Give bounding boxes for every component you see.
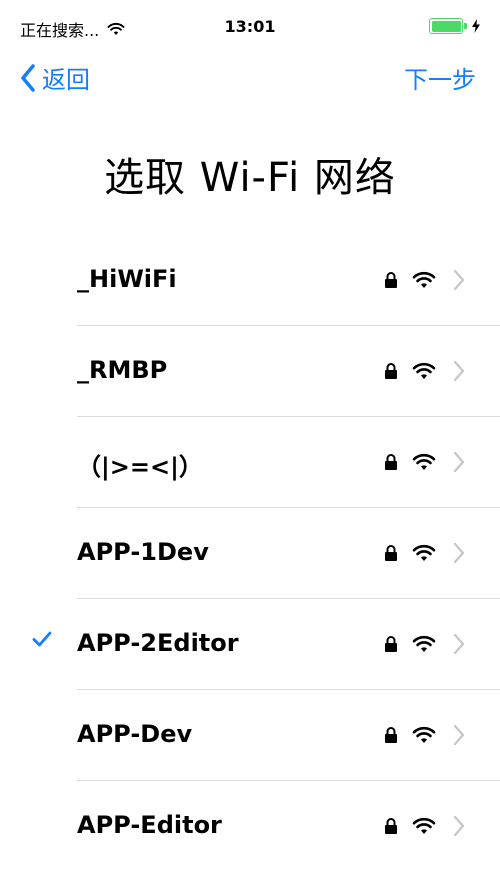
chevron-left-icon bbox=[21, 63, 35, 92]
chevron-right-icon bbox=[453, 269, 465, 291]
network-name: APP-Dev bbox=[77, 720, 193, 748]
lock-icon bbox=[385, 272, 397, 288]
network-row-6[interactable]: APP-Dev bbox=[0, 690, 500, 781]
wifi-icon bbox=[412, 544, 436, 561]
chevron-right-icon bbox=[453, 360, 465, 382]
status-bar: 正在搜索... 13:01 bbox=[0, 0, 500, 52]
battery-tip bbox=[464, 23, 467, 29]
page-title: 选取 Wi-Fi 网络 bbox=[104, 155, 396, 201]
chevron-right-icon bbox=[453, 815, 465, 837]
chevron-right-icon bbox=[453, 724, 465, 746]
battery-icon bbox=[429, 18, 463, 34]
network-name: APP-1Dev bbox=[77, 538, 209, 566]
lock-icon bbox=[385, 363, 397, 379]
bolt-icon bbox=[472, 19, 480, 33]
network-name: _RMBP bbox=[77, 356, 168, 384]
navigation-bar: 返回 下一步 bbox=[0, 52, 500, 98]
lock-icon bbox=[385, 545, 397, 561]
network-name: APP-2Editor bbox=[77, 629, 239, 657]
network-row-2[interactable]: _RMBP bbox=[0, 326, 500, 417]
lock-icon bbox=[385, 454, 397, 470]
wifi-icon bbox=[412, 817, 436, 834]
lock-icon bbox=[385, 636, 397, 652]
back-button[interactable]: 返回 bbox=[20, 60, 90, 95]
network-row-5[interactable]: APP-2Editor bbox=[0, 599, 500, 690]
wifi-icon bbox=[412, 453, 436, 470]
network-row-7[interactable]: APP-Editor bbox=[0, 781, 500, 870]
network-name: （|>=<|） bbox=[77, 453, 203, 481]
network-name: APP-Editor bbox=[77, 811, 222, 839]
next-button[interactable]: 下一步 bbox=[404, 60, 476, 95]
network-row-4[interactable]: APP-1Dev bbox=[0, 508, 500, 599]
wifi-icon bbox=[412, 726, 436, 743]
chevron-right-icon bbox=[453, 451, 465, 473]
chevron-right-icon bbox=[453, 542, 465, 564]
checkmark-icon bbox=[32, 631, 52, 647]
wifi-icon bbox=[412, 635, 436, 652]
back-label: 返回 bbox=[42, 66, 90, 94]
status-time: 13:01 bbox=[224, 17, 276, 36]
wifi-icon bbox=[412, 362, 436, 379]
lock-icon bbox=[385, 818, 397, 834]
chevron-right-icon bbox=[453, 633, 465, 655]
network-row-3[interactable]: （|>=<|） bbox=[0, 417, 500, 508]
network-list: _HiWiFi _RMBP （|>=<|） APP-1Dev APP-2Edit… bbox=[0, 235, 500, 870]
lock-icon bbox=[385, 727, 397, 743]
status-right bbox=[429, 18, 480, 34]
network-row-1[interactable]: _HiWiFi bbox=[0, 235, 500, 326]
wifi-icon bbox=[412, 271, 436, 288]
network-name: _HiWiFi bbox=[77, 265, 177, 293]
